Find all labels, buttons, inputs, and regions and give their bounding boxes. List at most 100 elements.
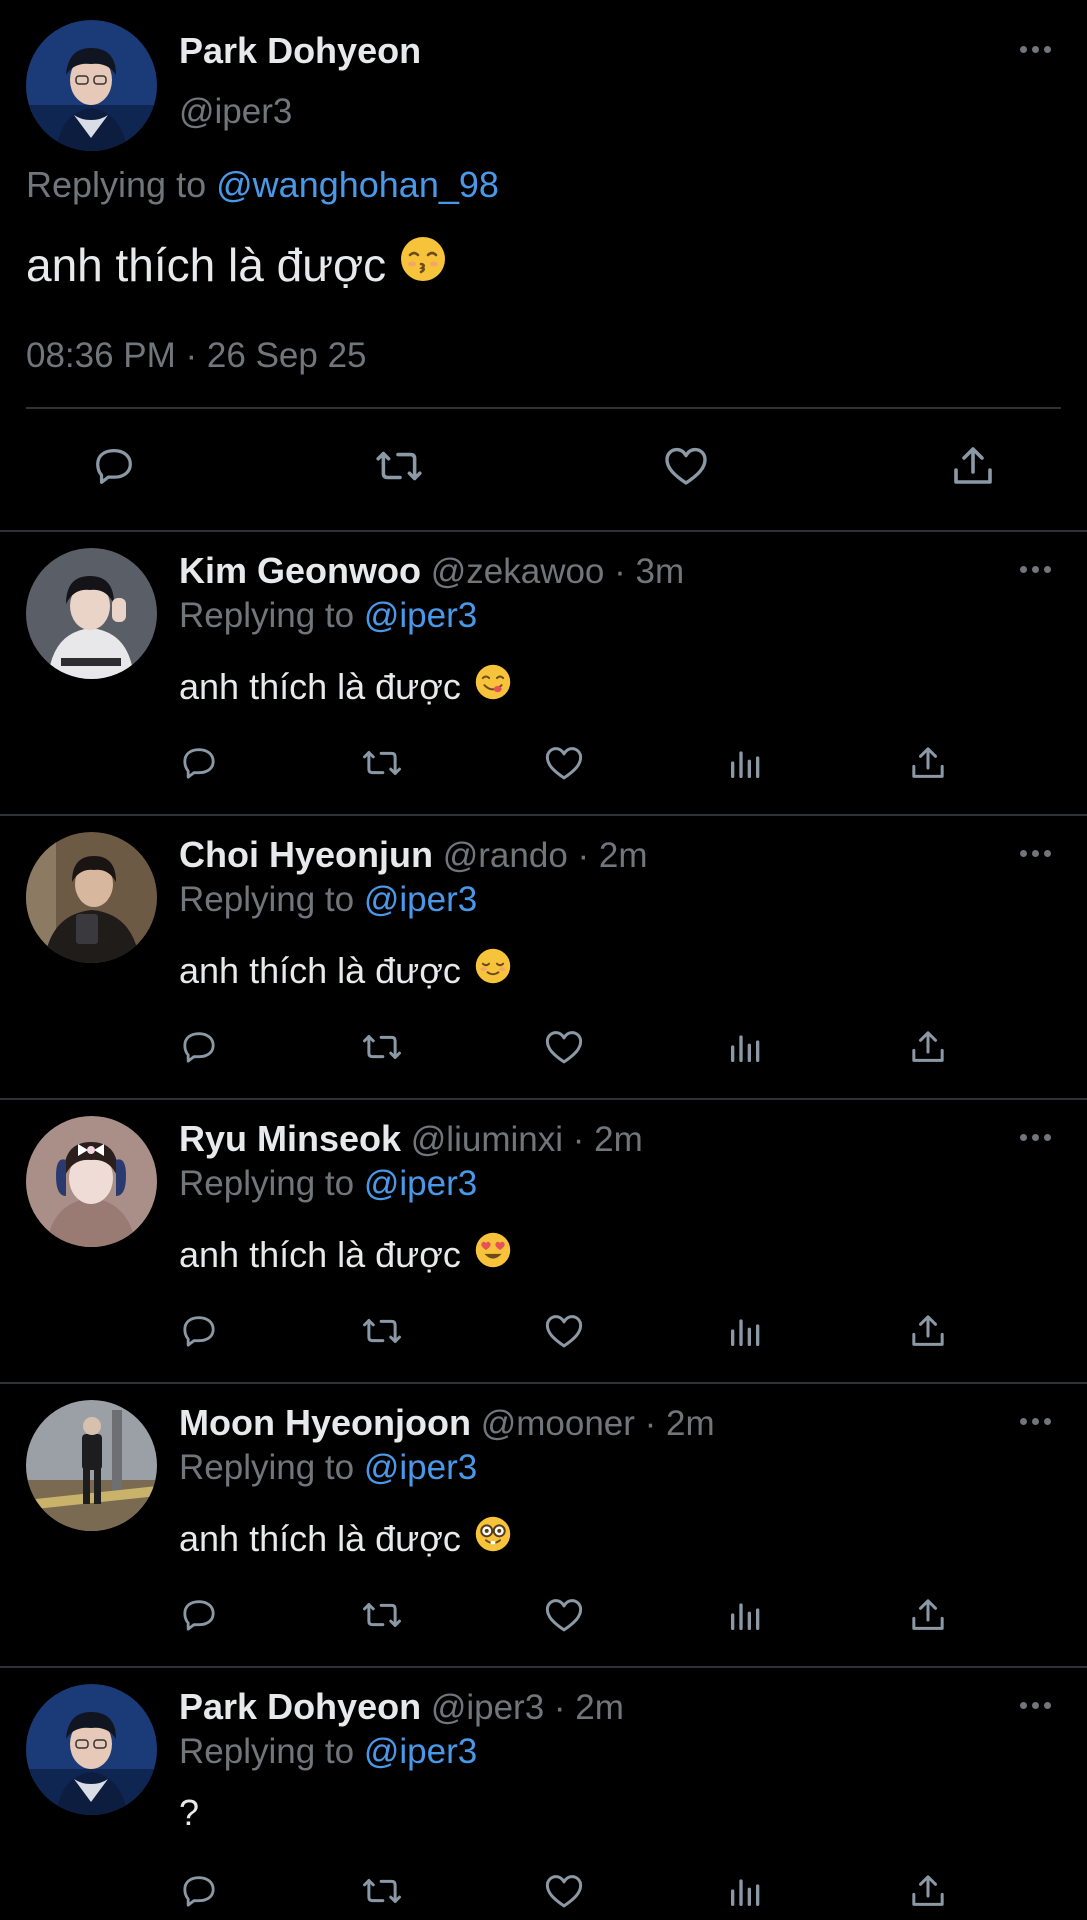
more-icon[interactable]: [1020, 566, 1051, 573]
retweet-icon[interactable]: [357, 1590, 407, 1640]
more-icon[interactable]: [1020, 1418, 1051, 1425]
share-icon[interactable]: [903, 1022, 953, 1072]
replying-to: Replying to @iper3: [179, 880, 477, 920]
like-icon[interactable]: [539, 738, 589, 788]
replying-mention-link[interactable]: @iper3: [364, 596, 477, 635]
views-icon[interactable]: [721, 1306, 771, 1356]
tweet-text: anh thích là được: [26, 236, 446, 293]
reply-icon[interactable]: [174, 1590, 224, 1640]
avatar[interactable]: [26, 1400, 157, 1531]
like-icon[interactable]: [539, 1866, 589, 1916]
separator-dot: ·: [577, 836, 590, 875]
author-handle[interactable]: @zekawoo: [431, 552, 605, 591]
share-icon[interactable]: [903, 1866, 953, 1916]
reply-icon[interactable]: [174, 738, 224, 788]
replying-to: Replying to @iper3: [179, 1164, 477, 1204]
retweet-icon[interactable]: [357, 738, 407, 788]
reply-actions: [0, 1590, 1087, 1640]
author-handle[interactable]: @iper3: [179, 92, 292, 132]
reply-time: 2m: [598, 836, 648, 875]
reply-header: Kim Geonwoo @zekawoo · 3m: [179, 550, 684, 592]
author-name[interactable]: Park Dohyeon: [179, 1686, 421, 1727]
retweet-icon[interactable]: [357, 1866, 407, 1916]
more-icon[interactable]: [1020, 1702, 1051, 1709]
retweet-icon[interactable]: [357, 1306, 407, 1356]
share-icon[interactable]: [903, 738, 953, 788]
avatar[interactable]: [26, 1684, 157, 1815]
like-icon[interactable]: [539, 1022, 589, 1072]
retweet-icon[interactable]: [357, 1022, 407, 1072]
views-icon[interactable]: [721, 738, 771, 788]
avatar[interactable]: [26, 1116, 157, 1247]
reply-time: 2m: [575, 1688, 624, 1727]
author-handle[interactable]: @mooner: [481, 1404, 635, 1443]
reply-text-content: anh thích là được: [179, 665, 461, 707]
views-icon[interactable]: [721, 1022, 771, 1072]
like-icon[interactable]: [539, 1590, 589, 1640]
views-icon[interactable]: [721, 1590, 771, 1640]
relieved-face-emoji-icon: [475, 948, 511, 993]
retweet-icon[interactable]: [369, 436, 429, 496]
reply-time: 2m: [666, 1404, 715, 1443]
reply-icon[interactable]: [174, 1866, 224, 1916]
more-icon[interactable]: [1020, 850, 1051, 857]
reply-icon[interactable]: [174, 1306, 224, 1356]
replying-prefix: Replying to: [179, 1448, 355, 1487]
reply-header: Ryu Minseok @liuminxi · 2m: [179, 1118, 643, 1160]
more-icon[interactable]: [1020, 1134, 1051, 1141]
share-icon[interactable]: [903, 1306, 953, 1356]
reply-text-content: anh thích là được: [179, 949, 461, 991]
reply-header: Park Dohyeon @iper3 · 2m: [179, 1686, 624, 1728]
author-name[interactable]: Kim Geonwoo: [179, 550, 421, 591]
reply-icon[interactable]: [174, 1022, 224, 1072]
reply-actions: [0, 1866, 1087, 1916]
reply-tweet[interactable]: Moon Hyeonjoon @mooner · 2m Replying to …: [0, 1384, 1087, 1668]
author-name[interactable]: Moon Hyeonjoon: [179, 1402, 471, 1443]
avatar[interactable]: [26, 548, 157, 679]
nerd-face-emoji-icon: [475, 1516, 511, 1561]
replying-prefix: Replying to: [179, 596, 355, 635]
reply-header: Moon Hyeonjoon @mooner · 2m: [179, 1402, 715, 1444]
replying-prefix: Replying to: [179, 1164, 355, 1203]
views-icon[interactable]: [721, 1866, 771, 1916]
author-handle[interactable]: @liuminxi: [411, 1120, 563, 1159]
reply-text: anh thích là được: [179, 664, 511, 709]
reply-text: anh thích là được: [179, 1232, 511, 1277]
share-icon[interactable]: [903, 1590, 953, 1640]
reply-text-content: anh thích là được: [179, 1517, 461, 1559]
reply-tweet[interactable]: Kim Geonwoo @zekawoo · 3m Replying to @i…: [0, 532, 1087, 816]
reply-time: 2m: [594, 1120, 643, 1159]
avatar[interactable]: [26, 832, 157, 963]
separator-dot: ·: [572, 1120, 585, 1159]
like-icon[interactable]: [656, 436, 716, 496]
yum-face-emoji-icon: [475, 664, 511, 709]
replying-mention-link[interactable]: @iper3: [364, 1164, 477, 1203]
tweet-actions: [0, 436, 1087, 506]
replying-to: Replying to @iper3: [179, 1448, 477, 1488]
reply-tweet[interactable]: Choi Hyeonjun @rando · 2m Replying to @i…: [0, 816, 1087, 1100]
more-icon[interactable]: [1020, 46, 1051, 53]
reply-icon[interactable]: [84, 436, 144, 496]
main-tweet: Park Dohyeon @iper3 Replying to @wanghoh…: [0, 0, 1087, 532]
replying-mention-link[interactable]: @iper3: [364, 1732, 477, 1771]
author-name[interactable]: Park Dohyeon: [179, 30, 421, 72]
author-name[interactable]: Ryu Minseok: [179, 1118, 401, 1159]
reply-tweet[interactable]: Ryu Minseok @liuminxi · 2m Replying to @…: [0, 1100, 1087, 1384]
author-handle[interactable]: @iper3: [431, 1688, 544, 1727]
reply-text: ?: [179, 1792, 199, 1834]
reply-text-content: ?: [179, 1792, 200, 1833]
reply-actions: [0, 1306, 1087, 1356]
share-icon[interactable]: [943, 436, 1003, 496]
separator-dot: ·: [614, 552, 626, 591]
author-handle[interactable]: @rando: [443, 836, 568, 875]
replying-mention-link[interactable]: @iper3: [364, 880, 477, 919]
author-name[interactable]: Choi Hyeonjun: [179, 834, 433, 875]
avatar[interactable]: [26, 20, 157, 151]
replying-mention-link[interactable]: @wanghohan_98: [216, 164, 499, 205]
like-icon[interactable]: [539, 1306, 589, 1356]
replying-to: Replying to @iper3: [179, 596, 477, 636]
replying-mention-link[interactable]: @iper3: [364, 1448, 477, 1487]
reply-actions: [0, 1022, 1087, 1072]
divider: [26, 407, 1061, 409]
reply-tweet[interactable]: Park Dohyeon @iper3 · 2m Replying to @ip…: [0, 1668, 1087, 1920]
